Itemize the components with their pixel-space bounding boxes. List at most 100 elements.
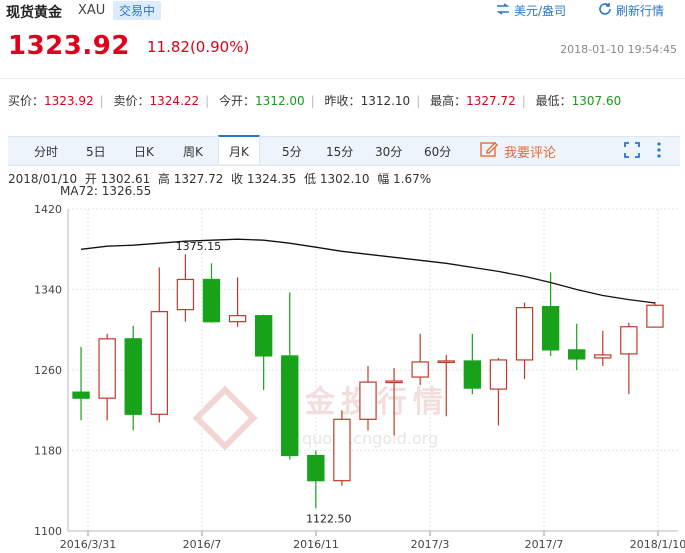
- candle-body: [333, 418, 351, 482]
- tab-minute[interactable]: 分时: [34, 143, 58, 160]
- y-tick-label: 1420: [34, 203, 62, 216]
- sell-label: 卖价：: [113, 94, 150, 108]
- low-value: 1307.60: [571, 94, 622, 108]
- candle: [72, 346, 90, 421]
- instrument-title: 现货黄金: [6, 5, 62, 21]
- prev-close-label: 昨收：: [324, 94, 361, 108]
- x-tick-label: 2017/7: [525, 538, 564, 551]
- extreme-label: 1375.15: [176, 240, 222, 253]
- buy-value: 1323.92: [44, 94, 94, 108]
- candle-body: [411, 361, 429, 378]
- refresh-icon: [598, 2, 612, 19]
- candle-body: [176, 278, 195, 311]
- quote-datetime: 2018-01-10 19:54:45: [560, 43, 677, 56]
- candle: [646, 301, 664, 328]
- candle-body: [515, 307, 534, 361]
- sell-value: 1324.22: [149, 94, 200, 108]
- y-tick-label: 1180: [34, 445, 62, 458]
- x-tick-label: 2018/1/10: [630, 538, 685, 551]
- ma72-info: MA72: 1326.55: [60, 184, 152, 198]
- info-range: 幅 1.67%: [377, 172, 432, 186]
- candle-body: [202, 278, 221, 323]
- quote-summary: 买价：1323.92 | 卖价：1324.22 | 今开：1312.00 | 昨收：1…: [8, 94, 622, 108]
- open-value: 1312.00: [255, 94, 305, 108]
- candle-body: [489, 359, 508, 390]
- period-tabs: 分时 5日 日K 周K 月K 5分 15分 30分 60分 我要评论: [8, 135, 680, 166]
- candle: [281, 292, 299, 460]
- info-close: 收 1324.35: [231, 172, 297, 186]
- swap-icon: [496, 3, 510, 18]
- candle: [307, 450, 325, 509]
- candle-body: [281, 355, 299, 457]
- tab-5day[interactable]: 5日: [86, 143, 106, 160]
- x-tick-label: 2016/3/31: [60, 538, 116, 551]
- tab-daily[interactable]: 日K: [134, 143, 154, 160]
- x-tick-label: 2017/3: [411, 538, 450, 551]
- candle-body: [124, 338, 142, 415]
- watermark-logo-icon: [192, 385, 258, 451]
- high-label: 最高：: [430, 94, 467, 108]
- x-tick-label: 2016/11: [293, 538, 339, 551]
- refresh-label: 刷新行情: [616, 4, 665, 18]
- x-tick-label: 2016/7: [183, 538, 222, 551]
- candle: [568, 323, 586, 370]
- tab-15min[interactable]: 15分: [326, 143, 353, 160]
- candle-body: [463, 360, 482, 389]
- buy-label: 买价：: [8, 94, 45, 108]
- refresh-button[interactable]: 刷新行情: [598, 2, 664, 19]
- candlestick-chart[interactable]: 金投行情 quote.cngold.org 1420 1340 1260 1180 11…: [0, 198, 685, 553]
- y-tick-label: 1340: [34, 284, 62, 297]
- header-divider: [0, 78, 685, 79]
- candle: [124, 325, 142, 431]
- candle-body: [646, 304, 664, 328]
- candle-body: [307, 454, 325, 482]
- candle: [202, 263, 221, 323]
- currency-link[interactable]: 美元/盎司: [496, 2, 566, 19]
- low-label: 最低：: [535, 94, 572, 108]
- edit-icon: [480, 141, 498, 161]
- candle: [150, 267, 168, 423]
- tab-5min[interactable]: 5分: [282, 143, 302, 160]
- instrument-code: XAU: [78, 3, 106, 18]
- currency-link-label: 美元/盎司: [514, 4, 567, 18]
- prev-close-value: 1312.10: [360, 94, 411, 108]
- candle: [541, 272, 560, 356]
- candle: [333, 410, 351, 486]
- current-price: 1323.92: [8, 31, 130, 61]
- tab-weekly[interactable]: 周K: [183, 143, 203, 160]
- watermark: 金投行情 quote.cngold.org: [192, 385, 443, 451]
- candle-body: [359, 381, 377, 420]
- info-low: 低 1302.10: [304, 172, 370, 186]
- y-tick-label: 1100: [34, 525, 62, 538]
- extreme-label: 1122.50: [306, 512, 352, 525]
- candle-body: [72, 391, 90, 399]
- candle: [254, 314, 273, 391]
- candle: [176, 254, 195, 322]
- candle-body: [385, 380, 403, 384]
- candle-body: [568, 349, 586, 360]
- candle-body: [437, 360, 455, 364]
- status-badge: 交易中: [113, 1, 162, 20]
- tab-60min[interactable]: 60分: [424, 143, 451, 160]
- fullscreen-icon[interactable]: [624, 142, 640, 162]
- price-change: 11.82(0.90%): [147, 38, 250, 56]
- candle: [515, 302, 534, 380]
- tab-monthly[interactable]: 月K: [218, 135, 260, 164]
- candle-body: [98, 338, 116, 399]
- ma72-line: [80, 238, 656, 304]
- candle: [594, 330, 612, 366]
- candle: [489, 357, 508, 426]
- candle: [228, 277, 247, 327]
- more-options-icon[interactable]: [656, 142, 662, 162]
- candle-body: [228, 315, 247, 323]
- candle-body: [541, 306, 560, 351]
- candle: [98, 333, 116, 421]
- high-value: 1327.72: [466, 94, 516, 108]
- candle-body: [150, 311, 168, 415]
- info-high: 高 1327.72: [157, 172, 224, 186]
- comment-button[interactable]: 我要评论: [480, 141, 556, 161]
- y-tick-label: 1260: [34, 364, 62, 377]
- candle: [359, 365, 377, 431]
- tab-30min[interactable]: 30分: [375, 143, 402, 160]
- candle: [463, 333, 482, 395]
